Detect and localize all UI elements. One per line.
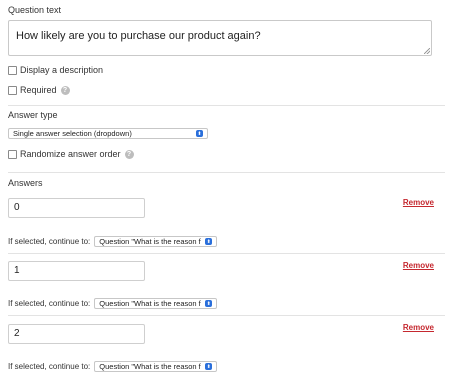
answer-type-select[interactable]: Single answer selection (dropdown) ⬍	[8, 128, 208, 139]
remove-answer-button[interactable]: Remove	[403, 198, 434, 207]
continue-to-row: If selected, continue to: Question "What…	[8, 236, 218, 247]
remove-answer-button[interactable]: Remove	[403, 261, 434, 270]
select-arrows-icon: ⬍	[205, 238, 213, 245]
required-checkbox[interactable]	[8, 85, 17, 95]
continue-to-label: If selected, continue to:	[8, 299, 91, 308]
display-description-checkbox[interactable]	[8, 65, 17, 75]
answer-type-selected: Single answer selection (dropdown)	[13, 128, 132, 138]
continue-to-selected: Question "What is the reason f	[99, 298, 201, 308]
question-text-label: Question text	[8, 5, 62, 15]
answer-value: 2	[14, 328, 20, 339]
select-arrows-icon: ⬍	[205, 363, 213, 370]
continue-to-label: If selected, continue to:	[8, 237, 91, 246]
answer-input[interactable]: 0	[8, 198, 145, 218]
select-arrows-icon: ⬍	[205, 300, 213, 307]
divider	[8, 253, 445, 254]
divider	[8, 172, 445, 173]
continue-to-selected: Question "What is the reason f	[99, 236, 201, 246]
continue-to-selected: Question "What is the reason f	[99, 361, 201, 371]
select-arrows-icon: ⬍	[196, 130, 203, 137]
randomize-label: Randomize answer order	[20, 149, 121, 159]
continue-to-row: If selected, continue to: Question "What…	[8, 361, 218, 372]
answer-input[interactable]: 2	[8, 324, 145, 344]
answer-input[interactable]: 1	[8, 261, 145, 281]
answer-type-label: Answer type	[8, 110, 58, 120]
randomize-option[interactable]: Randomize answer order ?	[8, 149, 134, 159]
randomize-checkbox[interactable]	[8, 149, 17, 159]
display-description-option[interactable]: Display a description	[8, 65, 103, 75]
remove-answer-button[interactable]: Remove	[403, 323, 434, 332]
continue-to-select[interactable]: Question "What is the reason f ⬍	[94, 236, 218, 247]
question-text-input[interactable]: How likely are you to purchase our produ…	[8, 20, 432, 56]
continue-to-select[interactable]: Question "What is the reason f ⬍	[94, 298, 218, 309]
question-text-value: How likely are you to purchase our produ…	[16, 30, 261, 42]
help-icon[interactable]: ?	[124, 149, 134, 159]
divider	[8, 315, 445, 316]
answer-value: 0	[14, 202, 20, 213]
required-label: Required	[20, 85, 57, 95]
continue-to-row: If selected, continue to: Question "What…	[8, 298, 218, 309]
answer-value: 1	[14, 265, 20, 276]
required-option[interactable]: Required ?	[8, 85, 70, 95]
continue-to-select[interactable]: Question "What is the reason f ⬍	[94, 361, 218, 372]
continue-to-label: If selected, continue to:	[8, 362, 91, 371]
divider	[8, 105, 445, 106]
help-icon[interactable]: ?	[60, 85, 70, 95]
answers-label: Answers	[8, 178, 43, 188]
display-description-label: Display a description	[20, 65, 104, 75]
resize-grip-icon[interactable]	[424, 48, 430, 54]
